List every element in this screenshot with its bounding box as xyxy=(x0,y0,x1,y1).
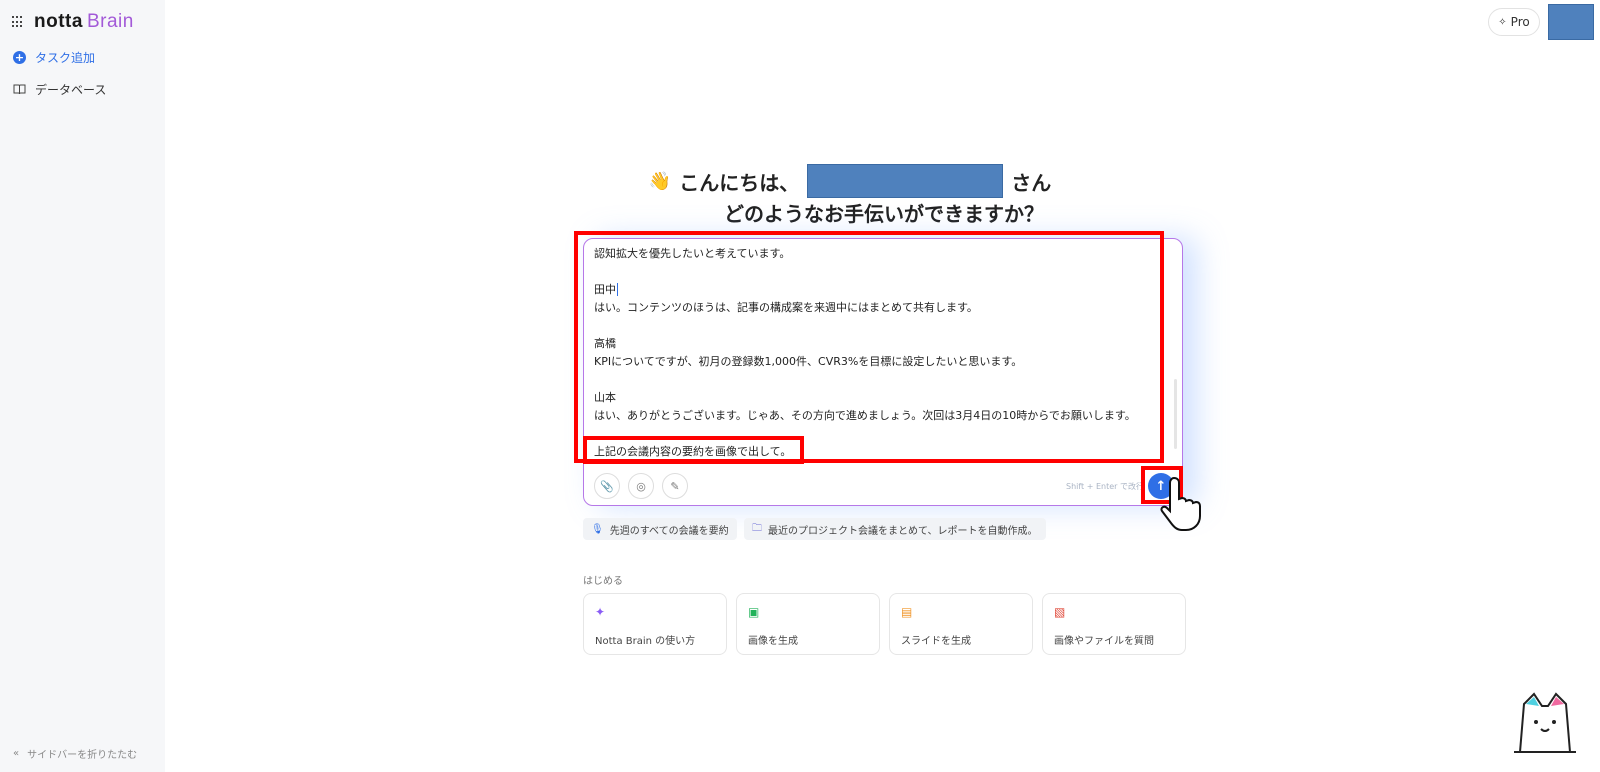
add-task-label: タスク追加 xyxy=(35,51,96,65)
pen-button[interactable]: ✎ xyxy=(662,473,688,499)
notta-logo[interactable]: notta Brain xyxy=(34,11,134,33)
brand: notta Brain xyxy=(12,11,134,33)
globe-icon: ◎ xyxy=(636,479,646,493)
chat-tools: 📎 ◎ ✎ xyxy=(594,473,688,499)
sparkle-icon: ✦ xyxy=(595,605,606,619)
annotation-box-text xyxy=(574,231,1164,463)
microphone-icon: 🎙 xyxy=(591,523,604,535)
suggestion-chip[interactable]: 🗀 最近のプロジェクト会議をまとめて、レポートを自動作成。 xyxy=(744,518,1046,540)
logo-main: notta xyxy=(34,11,83,32)
image-icon: ▣ xyxy=(748,605,760,619)
collapse-sidebar-button[interactable]: « サイドバーを折りたたむ xyxy=(13,746,137,761)
card-label: Notta Brain の使い方 xyxy=(595,636,696,647)
suggestion-label: 先週のすべての会議を要約 xyxy=(609,525,729,537)
user-name-redacted xyxy=(807,164,1004,198)
greeting-question: どのようなお手伝いができますか？ xyxy=(724,202,1044,226)
start-section-label: はじめる xyxy=(583,576,623,587)
suggestion-label: 最近のプロジェクト会議をまとめて、レポートを自動作成。 xyxy=(768,525,1038,537)
book-icon xyxy=(13,84,26,95)
greeting-line: 👋 こんにちは、 さん xyxy=(0,164,1600,198)
avatar[interactable] xyxy=(1548,4,1594,40)
card-generate-slides[interactable]: ▤ スライドを生成 xyxy=(889,593,1033,655)
greeting-suffix: さん xyxy=(1011,170,1052,195)
pro-button[interactable]: ✧ Pro xyxy=(1488,8,1540,36)
card-how-to-use[interactable]: ✦ Notta Brain の使い方 xyxy=(583,593,727,655)
card-ask-file[interactable]: ▧ 画像やファイルを質問 xyxy=(1042,593,1186,655)
logo-sub: Brain xyxy=(86,11,134,32)
mascot-icon[interactable] xyxy=(1508,686,1580,756)
slide-icon: ▤ xyxy=(901,605,913,619)
database-label: データベース xyxy=(35,83,107,97)
greeting-hello: こんにちは、 xyxy=(679,170,800,195)
folder-icon: 🗀 xyxy=(752,522,762,534)
newline-hint: Shift + Enter で改行 xyxy=(1066,482,1144,491)
suggestion-chip[interactable]: 🎙 先週のすべての会議を要約 xyxy=(583,518,737,540)
sidebar-item-database[interactable]: データベース xyxy=(13,81,106,98)
pro-label: Pro xyxy=(1510,15,1530,29)
web-search-button[interactable]: ◎ xyxy=(628,473,654,499)
card-generate-image[interactable]: ▣ 画像を生成 xyxy=(736,593,880,655)
annotation-box-prompt xyxy=(583,436,804,464)
paperclip-icon: 📎 xyxy=(600,479,614,493)
attach-button[interactable]: 📎 xyxy=(594,473,620,499)
double-chevron-left-icon: « xyxy=(13,748,20,759)
waving-hand-icon: 👋 xyxy=(648,170,672,192)
sidebar: notta Brain + タスク追加 データベース « サイドバーを折りたたむ xyxy=(0,0,165,772)
plus-circle-icon: + xyxy=(13,51,26,64)
add-task-button[interactable]: + タスク追加 xyxy=(13,49,95,66)
scrollbar[interactable] xyxy=(1174,379,1177,449)
collapse-label: サイドバーを折りたたむ xyxy=(27,750,138,761)
apps-grid-icon[interactable] xyxy=(12,16,24,28)
pointer-hand-icon xyxy=(1160,474,1220,542)
card-label: 画像やファイルを質問 xyxy=(1054,636,1154,647)
card-label: スライドを生成 xyxy=(901,636,971,647)
sparkle-icon: ✧ xyxy=(1498,16,1507,28)
card-label: 画像を生成 xyxy=(748,636,798,647)
pen-icon: ✎ xyxy=(670,479,680,493)
pdf-icon: ▧ xyxy=(1054,605,1066,619)
